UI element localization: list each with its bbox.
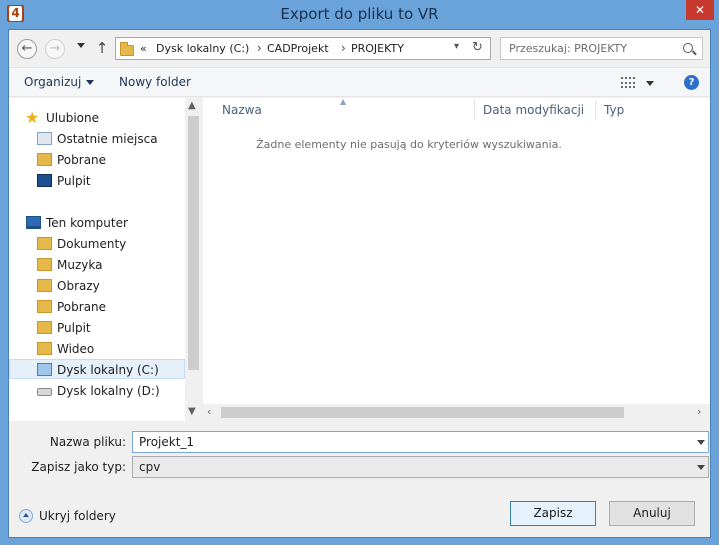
star-icon: ★ bbox=[25, 108, 40, 127]
scrollbar-thumb[interactable] bbox=[188, 116, 199, 370]
sidebar-item-music[interactable]: Muzyka bbox=[9, 255, 185, 275]
up-button[interactable]: ↑ bbox=[95, 38, 109, 58]
column-divider[interactable] bbox=[474, 100, 475, 120]
downloads-folder-icon bbox=[37, 300, 52, 313]
breadcrumb-overflow[interactable]: « bbox=[140, 42, 147, 55]
column-header-date[interactable]: Data modyfikacji bbox=[477, 98, 595, 120]
search-icon[interactable] bbox=[683, 43, 693, 53]
chevron-down-icon[interactable] bbox=[646, 81, 654, 86]
drive-icon bbox=[37, 388, 52, 396]
sidebar-item-downloads[interactable]: Pobrane bbox=[9, 150, 185, 170]
filename-label: Nazwa pliku: bbox=[49, 435, 126, 449]
sidebar-item-documents[interactable]: Dokumenty bbox=[9, 234, 185, 254]
sidebar-item-pictures[interactable]: Obrazy bbox=[9, 276, 185, 296]
sidebar-item-favorites[interactable]: ★ Ulubione bbox=[9, 108, 185, 128]
chevron-left-icon[interactable]: ‹ bbox=[207, 405, 211, 418]
address-bar[interactable]: « Dysk lokalny (C:) › CADProjekt › PROJE… bbox=[115, 37, 491, 60]
save-button[interactable]: Zapisz bbox=[510, 501, 596, 526]
chevron-up-icon bbox=[19, 509, 33, 523]
new-folder-button[interactable]: Nowy folder bbox=[119, 75, 191, 89]
chevron-right-icon[interactable]: › bbox=[257, 41, 262, 55]
system-drive-icon bbox=[37, 363, 52, 376]
chevron-down-icon[interactable] bbox=[697, 440, 705, 445]
chevron-down-icon bbox=[86, 80, 95, 85]
scrollbar-thumb[interactable] bbox=[221, 407, 624, 418]
organize-button[interactable]: Organizuj bbox=[24, 75, 95, 89]
breadcrumb-drive-c[interactable]: Dysk lokalny (C:) bbox=[156, 42, 249, 55]
help-icon[interactable]: ? bbox=[684, 75, 699, 90]
videos-folder-icon bbox=[37, 342, 52, 355]
sidebar-item-downloads-pc[interactable]: Pobrane bbox=[9, 297, 185, 317]
command-toolbar: Organizuj Nowy folder ? bbox=[9, 67, 710, 97]
close-button[interactable]: ✕ bbox=[686, 0, 714, 20]
recent-locations-dropdown[interactable] bbox=[77, 43, 85, 48]
chevron-down-icon[interactable] bbox=[697, 465, 705, 470]
pictures-folder-icon bbox=[37, 279, 52, 292]
file-list: ▲ Nazwa Data modyfikacji Typ Żadne eleme… bbox=[203, 97, 710, 421]
desktop-folder-icon bbox=[37, 321, 52, 334]
sidebar-item-desktop[interactable]: Pulpit bbox=[9, 171, 185, 191]
column-divider[interactable] bbox=[595, 100, 596, 120]
navigation-pane: ★ Ulubione Ostatnie miejsca Pobrane Pulp… bbox=[9, 98, 202, 421]
sidebar-item-videos[interactable]: Wideo bbox=[9, 339, 185, 359]
search-input[interactable]: Przeszukaj: PROJEKTY bbox=[500, 37, 703, 60]
chevron-right-icon[interactable]: › bbox=[341, 41, 346, 55]
window-title: Export do pliku to VR bbox=[280, 5, 439, 23]
downloads-folder-icon bbox=[37, 153, 52, 166]
sidebar-item-desktop-pc[interactable]: Pulpit bbox=[9, 318, 185, 338]
chevron-right-icon[interactable]: › bbox=[697, 405, 701, 418]
save-type-value: cpv bbox=[139, 460, 161, 474]
breadcrumb-cadprojekt[interactable]: CADProjekt bbox=[267, 42, 329, 55]
dialog-body: ← → ↑ « Dysk lokalny (C:) › CADProjekt ›… bbox=[8, 29, 711, 538]
breadcrumb-projekty[interactable]: PROJEKTY bbox=[351, 42, 404, 55]
column-header-type[interactable]: Typ bbox=[598, 98, 658, 120]
sidebar-item-recent-places[interactable]: Ostatnie miejsca bbox=[9, 129, 185, 149]
folder-icon bbox=[120, 42, 134, 56]
cancel-button[interactable]: Anuluj bbox=[609, 501, 695, 526]
sidebar-item-drive-c[interactable]: Dysk lokalny (C:) bbox=[9, 359, 185, 379]
filename-value: Projekt_1 bbox=[139, 435, 195, 449]
save-type-label: Zapisz jako typ: bbox=[31, 460, 126, 474]
forward-button[interactable]: → bbox=[45, 39, 65, 59]
computer-icon bbox=[26, 216, 41, 229]
file-list-scrollbar[interactable]: ‹ › bbox=[203, 404, 710, 421]
back-button[interactable]: ← bbox=[17, 39, 37, 59]
recent-places-icon bbox=[37, 132, 52, 145]
window-frame: 4 Export do pliku to VR ✕ ← → ↑ « Dysk l… bbox=[0, 0, 719, 545]
documents-folder-icon bbox=[37, 237, 52, 250]
desktop-icon bbox=[37, 174, 52, 187]
music-folder-icon bbox=[37, 258, 52, 271]
empty-message: Żadne elementy nie pasują do kryteriów w… bbox=[256, 138, 562, 151]
save-type-select[interactable]: cpv bbox=[132, 456, 709, 478]
view-options-icon[interactable] bbox=[621, 77, 635, 88]
refresh-icon[interactable]: ↻ bbox=[472, 40, 483, 55]
title-bar[interactable]: 4 Export do pliku to VR ✕ bbox=[0, 0, 719, 28]
chevron-up-icon[interactable]: ▲ bbox=[188, 100, 196, 111]
chevron-down-icon[interactable]: ▾ bbox=[454, 41, 459, 52]
search-placeholder: Przeszukaj: PROJEKTY bbox=[509, 42, 628, 55]
sidebar-item-this-pc[interactable]: Ten komputer bbox=[9, 213, 185, 233]
column-header-name[interactable]: Nazwa bbox=[216, 98, 474, 120]
sidebar-item-drive-d[interactable]: Dysk lokalny (D:) bbox=[9, 381, 185, 401]
chevron-down-icon[interactable]: ▼ bbox=[188, 406, 196, 417]
filename-field[interactable]: Projekt_1 bbox=[132, 431, 709, 453]
sidebar-scrollbar[interactable]: ▲ ▼ bbox=[185, 98, 202, 421]
